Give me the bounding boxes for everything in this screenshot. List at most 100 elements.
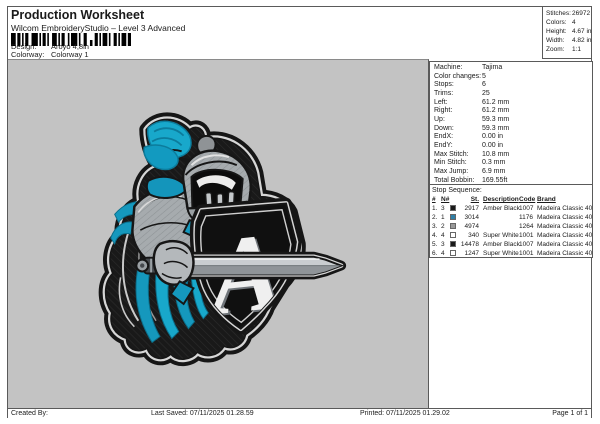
info-row: Up: 59.3 mm [434,116,592,125]
thread-code: 1007 [519,241,534,248]
info-label: EndY: [434,141,453,149]
info-label: Trims: [434,89,454,97]
stitch-count: 3014 [464,214,479,221]
thread-description: Amber Black [483,205,520,212]
page-number: Page 1 of 1 [552,410,588,417]
needle-number: 2 [441,223,445,230]
thread-color-swatch [450,232,456,239]
needle-number: 4 [441,232,445,239]
info-value: 26972 [572,10,591,17]
info-label: Stitches: [546,10,571,17]
info-row: Left: 61.2 mm [434,99,592,108]
worksheet-footer: Created By: Last Saved: 07/11/2025 01.28… [8,408,591,418]
col-header-stitches: St. [470,196,479,203]
col-header-needle: N# [441,196,450,203]
last-saved-text: Last Saved: 07/11/2025 01.28.59 [151,410,254,417]
info-row: Total Bobbin: 169.55ft [434,177,592,186]
thread-color-swatch [450,223,456,230]
info-value: 0.00 in [482,141,504,149]
info-label: Left: [434,98,448,106]
worksheet-header: Production Worksheet Wilcom EmbroiderySt… [8,7,591,59]
page-title: Production Worksheet [11,8,145,22]
info-row: Zoom: 1:1 [546,45,590,54]
info-value: 4.67 in [572,28,592,35]
info-row: EndY: 0.00 in [434,142,592,151]
info-value: 59.3 mm [482,124,510,132]
thread-color-swatch [450,205,456,212]
info-value: 1:1 [572,46,582,53]
info-value: 4.82 in [572,37,592,44]
machine-info-panel: Machine: Tajima Color changes:5 Stops: 6 T… [429,61,593,185]
info-value: 0.00 in [482,133,504,141]
info-label: Stops: [434,81,454,89]
stop-number: 3. [432,223,438,230]
info-value: 6.9 mm [482,167,506,175]
col-header-num: # [432,196,436,203]
info-label: Total Bobbin: [434,176,475,184]
info-row: Right: 61.2 mm [434,107,592,116]
thread-brand: Madeira Classic 40 [537,205,593,212]
design-canvas: A A [8,59,429,408]
thread-description: Amber Black [483,241,520,248]
info-value: 5 [482,72,486,80]
info-row: Width: 4.82 in [546,36,592,45]
stop-sequence-row: 2. 1 3014 1176 Madeira Classic 40 [432,213,592,222]
info-label: Max Stitch: [434,150,469,158]
needle-number: 3 [441,205,445,212]
info-row: Max Stitch: 10.8 mm [434,151,592,160]
info-value: 61.2 mm [482,107,510,115]
thread-code: 1001 [519,232,534,239]
info-row: Down: 59.3 mm [434,125,592,134]
stop-sequence-row: 5. 3 14478 Amber Black 1007 Madeira Clas… [432,240,592,249]
needle-number: 3 [441,241,445,248]
info-label: Down: [434,124,454,132]
stop-number: 6. [432,250,438,257]
stop-number: 5. [432,241,438,248]
info-value: 59.3 mm [482,115,510,123]
info-row: Trims: 25 [434,90,592,99]
info-label: Zoom: [546,46,565,53]
stop-sequence-row: 6. 4 1247 Super White 1001 Madeira Class… [432,249,592,258]
thread-color-swatch [450,214,456,221]
stitch-count: 4974 [464,223,479,230]
stop-number: 1. [432,205,438,212]
stop-sequence-row: 3. 2 4974 1264 Madeira Classic 40 [432,222,592,231]
col-header-code: Code [519,196,536,203]
knight-mascot-graphic: A A [93,108,353,368]
thread-code: 1001 [519,250,534,257]
thread-brand: Madeira Classic 40 [537,241,593,248]
info-label: Max Jump: [434,167,469,175]
info-value: 10.8 mm [482,150,510,158]
stop-number: 4. [432,232,438,239]
info-label: Color changes: [434,72,482,80]
info-row: Color changes:5 [434,73,592,82]
info-label: Machine: [434,64,463,71]
info-label: Up: [434,115,445,123]
needle-number: 1 [441,214,445,221]
stop-sequence-panel: Stop Sequence: # N# St. Description Code… [429,185,593,258]
info-row: Machine: Tajima [434,64,592,73]
info-row: Min Stitch: 0.3 mm [434,159,592,168]
stop-sequence-row: 1. 3 2917 Amber Black 1007 Madeira Class… [432,204,592,213]
thread-brand: Madeira Classic 40 [537,223,593,230]
printed-text: Printed: 07/11/2025 01.29.02 [360,410,450,417]
stitch-count: 340 [468,232,479,239]
info-row: Stitches:26972 [546,9,590,18]
worksheet-page: Production Worksheet Wilcom EmbroiderySt… [7,6,593,418]
info-label: Height: [546,28,567,35]
created-by-label: Created By: [11,410,48,417]
stop-sequence-header-row: # N# St. Description Code Brand [432,195,592,204]
thread-code: 1007 [519,205,534,212]
info-row: Height: 4.67 in [546,27,592,36]
thread-brand: Madeira Classic 40 [537,250,593,257]
info-label: EndX: [434,133,454,141]
info-row: Stops: 6 [434,81,592,90]
stop-number: 2. [432,214,438,221]
needle-number: 4 [441,250,445,257]
col-header-brand: Brand [537,196,556,203]
colorway-value: Colorway 1 [51,50,89,59]
info-label: Right: [434,107,453,115]
info-value: 4 [572,19,576,26]
info-row: Colors: 4 [546,18,590,27]
stitch-count: 2917 [464,205,479,212]
